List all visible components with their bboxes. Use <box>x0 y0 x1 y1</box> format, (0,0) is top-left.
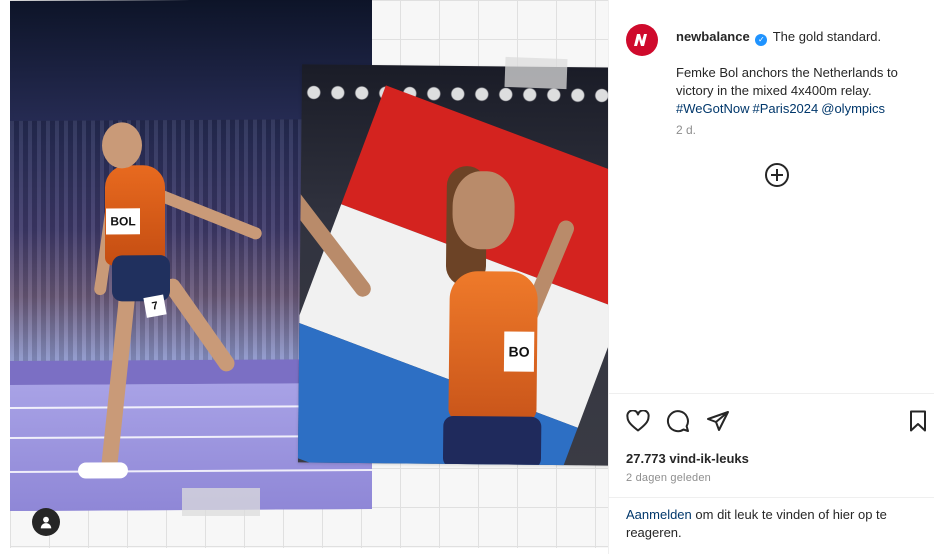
athlete-head <box>452 170 515 250</box>
user-icon <box>40 516 52 529</box>
like-button[interactable] <box>625 408 651 434</box>
caption-first-line: The gold standard. <box>772 29 882 44</box>
login-link[interactable]: Aanmelden <box>626 507 692 522</box>
caption-text: newbalance ✓ The gold standard. Femke Bo… <box>676 28 928 118</box>
bib-number-right: BO <box>503 331 535 372</box>
divider <box>609 393 934 394</box>
heart-icon <box>626 410 650 432</box>
runner-shoe <box>78 462 128 479</box>
send-icon <box>707 411 729 431</box>
post-sidebar: newbalance ✓ The gold standard. Femke Bo… <box>608 0 934 554</box>
hashtag-link[interactable]: #WeGotNow <box>676 101 749 116</box>
like-count[interactable]: 27.773 vind-ik-leuks <box>626 451 749 466</box>
plus-circle-icon[interactable] <box>765 163 789 187</box>
save-button[interactable] <box>905 408 931 434</box>
hip-number: 7 <box>143 294 167 318</box>
runner-head <box>102 122 142 169</box>
athlete-shorts <box>442 415 542 466</box>
comment-button[interactable] <box>665 408 691 434</box>
verified-badge-icon: ✓ <box>755 34 768 46</box>
post-media[interactable]: BOL 7 BO <box>10 0 608 548</box>
action-bar <box>625 408 926 434</box>
bookmark-icon <box>910 410 926 432</box>
tape-top <box>504 56 568 90</box>
username-link[interactable]: newbalance <box>676 29 750 44</box>
caption-age: 2 d. <box>676 123 697 137</box>
comment-icon <box>667 410 689 433</box>
share-button[interactable] <box>705 408 731 434</box>
hashtag-link[interactable]: #Paris2024 <box>752 101 818 116</box>
tagged-users-button[interactable] <box>32 508 60 536</box>
mention-link[interactable]: @olympics <box>821 101 885 116</box>
bib-number-left: BOL <box>106 208 140 235</box>
login-prompt: Aanmelden om dit leuk te vinden of hier … <box>626 506 926 542</box>
tape-bottom <box>182 488 260 516</box>
post-date: 2 dagen geleden <box>626 472 711 484</box>
divider <box>609 497 934 498</box>
hashtags: #WeGotNow #Paris2024 @olympics <box>676 100 928 118</box>
new-balance-logo-icon[interactable] <box>626 24 658 56</box>
photo-flag-celebration: BO <box>297 64 608 466</box>
caption-body: Femke Bol anchors the Netherlands to vic… <box>676 65 898 98</box>
